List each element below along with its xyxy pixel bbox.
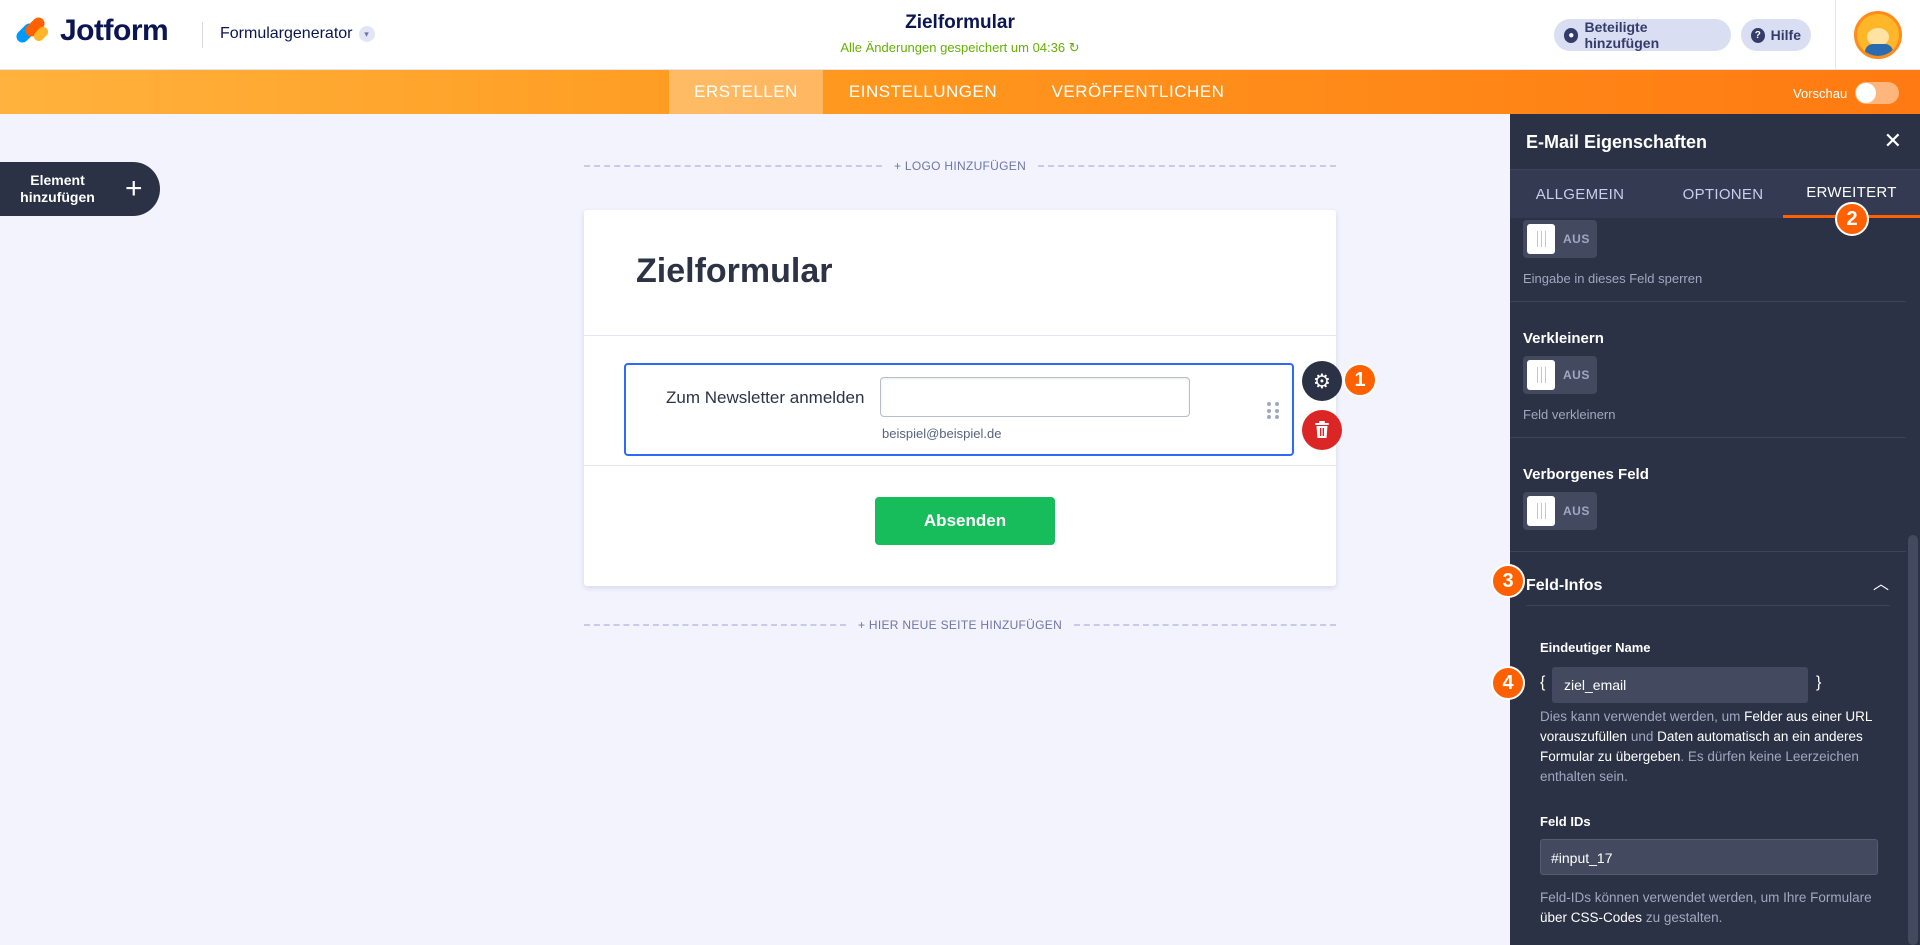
close-icon[interactable]: ✕ — [1884, 128, 1902, 154]
preview-label: Vorschau — [1793, 85, 1848, 101]
hidden-field-toggle[interactable]: AUS — [1523, 492, 1597, 530]
tab-settings[interactable]: EINSTELLUNGEN — [823, 70, 1023, 114]
add-logo-row: + LOGO HINZUFÜGEN — [584, 156, 1336, 176]
annotation-badge: 4 — [1491, 666, 1525, 700]
help-label: Hilfe — [1770, 27, 1801, 43]
shrink-label: Verkleinern — [1523, 330, 1604, 347]
field-id-field[interactable]: #input_17 — [1540, 839, 1878, 875]
email-field-element[interactable]: Zum Newsletter anmelden beispiel@beispie… — [624, 363, 1294, 456]
unique-name-field[interactable]: ziel_email — [1552, 667, 1808, 703]
unique-name-help: Dies kann verwendet werden, um Felder au… — [1540, 707, 1880, 787]
divider — [1526, 605, 1890, 606]
preview-control: Vorschau — [1793, 82, 1900, 104]
email-field-sublabel[interactable]: beispiel@beispiel.de — [882, 426, 1001, 441]
annotation-badge: 1 — [1343, 363, 1377, 397]
saved-status: Alle Änderungen gespeichert um 04:36 ↻ — [760, 40, 1160, 56]
question-icon: ? — [1751, 27, 1765, 43]
add-collaborators-button[interactable]: ● Beteiligte hinzufügen — [1554, 19, 1731, 51]
panel-header: E-Mail Eigenschaften ✕ — [1510, 114, 1920, 170]
top-header: Jotform Formulargenerator ▾ Zielformular… — [0, 0, 1920, 70]
tab-publish[interactable]: VERÖFFENTLICHEN — [1023, 70, 1253, 114]
unique-name-label: Eindeutiger Name — [1540, 640, 1651, 655]
help-text-part: Feld-IDs können verwendet werden, um Ihr… — [1540, 890, 1872, 905]
toggle-state: AUS — [1563, 368, 1590, 382]
shrink-description: Feld verkleinern — [1523, 407, 1616, 422]
avatar[interactable] — [1854, 11, 1902, 59]
dashed-divider — [1074, 624, 1336, 626]
add-collaborators-label: Beteiligte hinzufügen — [1584, 19, 1660, 51]
email-field-label[interactable]: Zum Newsletter anmelden — [666, 388, 864, 408]
email-field[interactable] — [880, 377, 1190, 417]
read-only-description: Eingabe in dieses Feld sperren — [1523, 271, 1703, 286]
hidden-field-label: Verborgenes Feld — [1523, 466, 1649, 483]
submit-button[interactable]: Absenden — [875, 497, 1055, 545]
read-only-toggle[interactable]: AUS — [1523, 220, 1597, 258]
tab-general[interactable]: ALLGEMEIN — [1510, 170, 1650, 218]
builder-nav: ERSTELLEN EINSTELLUNGEN VERÖFFENTLICHEN … — [0, 70, 1920, 114]
chevron-down-icon: ▾ — [358, 26, 375, 42]
tab-create[interactable]: ERSTELLEN — [669, 70, 823, 114]
field-settings-button[interactable]: ⚙ — [1302, 361, 1342, 401]
brace-open: { — [1540, 674, 1546, 691]
help-text-part: und — [1627, 729, 1658, 744]
shrink-toggle[interactable]: AUS — [1523, 356, 1597, 394]
help-text-part: Dies kann verwendet werden, um — [1540, 709, 1745, 724]
dashed-divider — [1038, 165, 1336, 167]
field-ids-help: Feld-IDs können verwendet werden, um Ihr… — [1540, 888, 1880, 928]
form-title[interactable]: Zielformular — [760, 12, 1160, 34]
properties-panel: E-Mail Eigenschaften ✕ ALLGEMEIN OPTIONE… — [1510, 114, 1920, 945]
shrink-setting: Verkleinern AUS Feld verkleinern — [1510, 302, 1906, 438]
field-ids-label: Feld IDs — [1540, 814, 1591, 829]
chevron-up-icon[interactable]: ︿ — [1870, 570, 1892, 593]
plus-icon: + — [125, 172, 143, 205]
toggle-state: AUS — [1563, 504, 1590, 518]
annotation-badge: 2 — [1835, 202, 1869, 236]
panel-title: E-Mail Eigenschaften — [1526, 132, 1708, 152]
annotation-badge: 3 — [1491, 564, 1525, 598]
field-info-section-title[interactable]: Feld-Infos — [1526, 577, 1602, 595]
add-element-button[interactable]: Element hinzufügen + — [0, 162, 160, 216]
header-divider — [202, 22, 203, 48]
dashed-divider — [584, 624, 846, 626]
panel-scrollbar[interactable] — [1908, 535, 1918, 945]
dashed-divider — [584, 165, 882, 167]
brace-close: } — [1816, 674, 1822, 691]
divider — [584, 335, 1336, 336]
product-label: Formulargenerator — [220, 25, 353, 42]
toggle-state: AUS — [1563, 232, 1590, 246]
help-text-part: zu gestalten. — [1642, 910, 1723, 925]
saved-status-text: Alle Änderungen gespeichert um 04:36 — [840, 40, 1066, 55]
add-logo-button[interactable]: + LOGO HINZUFÜGEN — [894, 159, 1026, 173]
tab-options[interactable]: OPTIONEN — [1650, 170, 1796, 218]
form-card: Zielformular Zum Newsletter anmelden bei… — [584, 210, 1336, 586]
preview-toggle[interactable] — [1855, 82, 1900, 104]
form-heading[interactable]: Zielformular — [636, 252, 832, 291]
refresh-icon: ↻ — [1068, 40, 1080, 55]
form-title-area: Zielformular Alle Änderungen gespeichert… — [760, 12, 1160, 56]
jotform-logo-icon — [13, 14, 52, 48]
add-element-label: Element hinzufügen — [20, 172, 95, 205]
gear-icon: ⚙ — [1313, 370, 1331, 393]
user-menu[interactable] — [1835, 0, 1920, 70]
add-page-row: + HIER NEUE SEITE HINZUFÜGEN — [584, 615, 1336, 635]
logo-text: Jotform — [60, 14, 169, 47]
add-page-button[interactable]: + HIER NEUE SEITE HINZUFÜGEN — [858, 618, 1062, 632]
divider — [584, 465, 1336, 466]
user-icon: ● — [1564, 27, 1579, 43]
delete-field-button[interactable] — [1302, 410, 1342, 450]
trash-icon — [1315, 421, 1329, 438]
css-codes-link[interactable]: über CSS-Codes — [1540, 910, 1642, 925]
drag-handle-icon[interactable] — [1267, 402, 1279, 420]
jotform-logo[interactable]: Jotform — [13, 14, 169, 48]
product-switcher[interactable]: Formulargenerator ▾ — [220, 25, 375, 43]
help-button[interactable]: ? Hilfe — [1741, 19, 1811, 51]
hidden-field-setting: Verborgenes Feld AUS — [1510, 438, 1906, 552]
